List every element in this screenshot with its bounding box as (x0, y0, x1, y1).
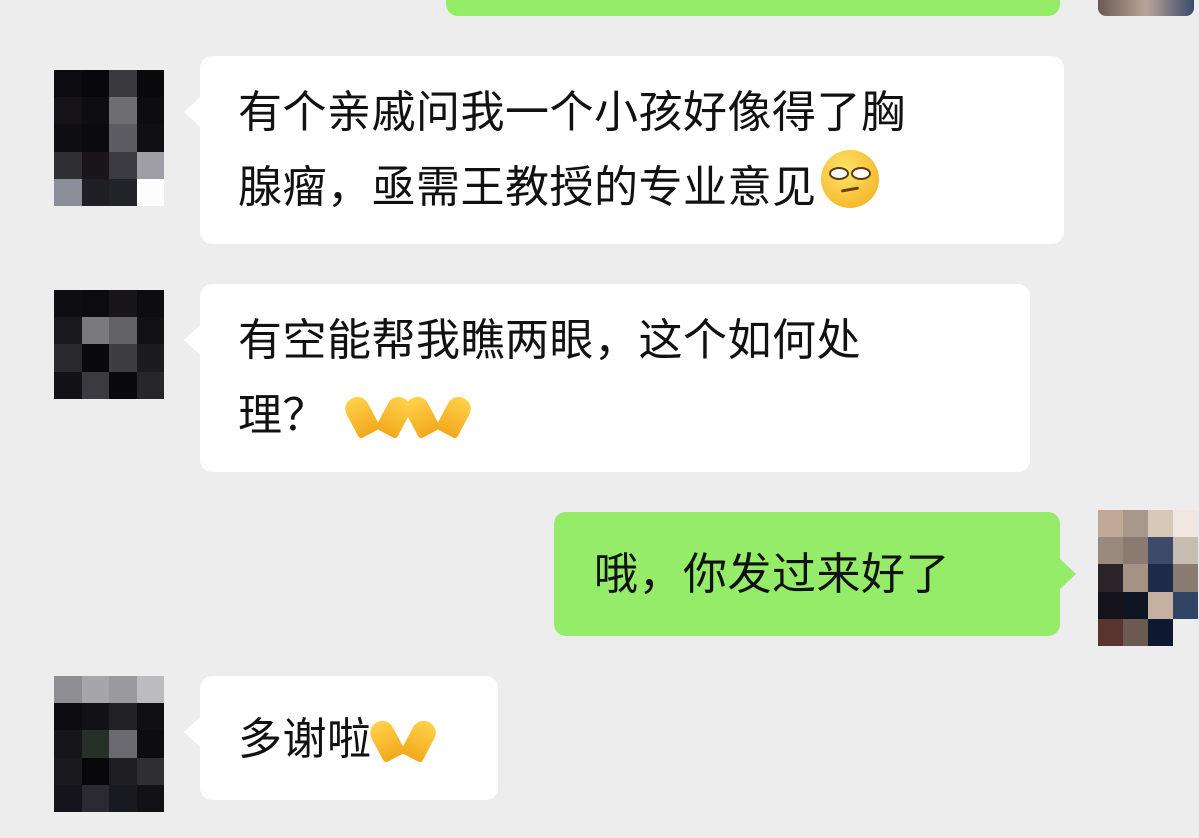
message-line-text: 腺瘤，亟需王教授的专业意见 (238, 162, 817, 213)
message-line: 有个亲戚问我一个小孩好像得了胸 (238, 87, 906, 138)
previous-outgoing-bubble[interactable] (446, 0, 1060, 16)
message-line: 腺瘤，亟需王教授的专业意见 (238, 150, 1036, 225)
message-line: 有空能帮我瞧两眼，这个如何处 (238, 315, 861, 366)
message-line: 哦，你发过来好了 (594, 549, 950, 600)
thinking-face-emoji-icon (820, 150, 879, 208)
message-bubble-incoming[interactable]: 多谢啦 (184, 676, 498, 800)
message-line: 多谢啦 (238, 702, 474, 777)
message-bubble-incoming[interactable]: 有个亲戚问我一个小孩好像得了胸 腺瘤，亟需王教授的专业意见 (184, 56, 1064, 244)
contact-avatar[interactable] (54, 676, 164, 812)
folded-hands-emoji-icon (365, 702, 440, 764)
message-line-text: 理？ (238, 390, 327, 441)
contact-avatar[interactable] (54, 290, 164, 426)
contact-avatar[interactable] (54, 70, 164, 206)
chat-message-list: 有个亲戚问我一个小孩好像得了胸 腺瘤，亟需王教授的专业意见 有空能帮我瞧两眼，这… (0, 0, 1199, 838)
message-line-text: 多谢啦 (238, 714, 372, 765)
message-bubble-outgoing[interactable]: 哦，你发过来好了 (554, 512, 1076, 636)
self-avatar-partial[interactable] (1098, 0, 1194, 16)
folded-hands-emoji-icon (401, 378, 475, 440)
self-avatar[interactable] (1098, 510, 1198, 646)
message-bubble-incoming[interactable]: 有空能帮我瞧两眼，这个如何处 理？ (184, 284, 1030, 472)
folded-hands-emoji-icon (341, 378, 415, 440)
message-line: 理？ (238, 378, 1002, 453)
